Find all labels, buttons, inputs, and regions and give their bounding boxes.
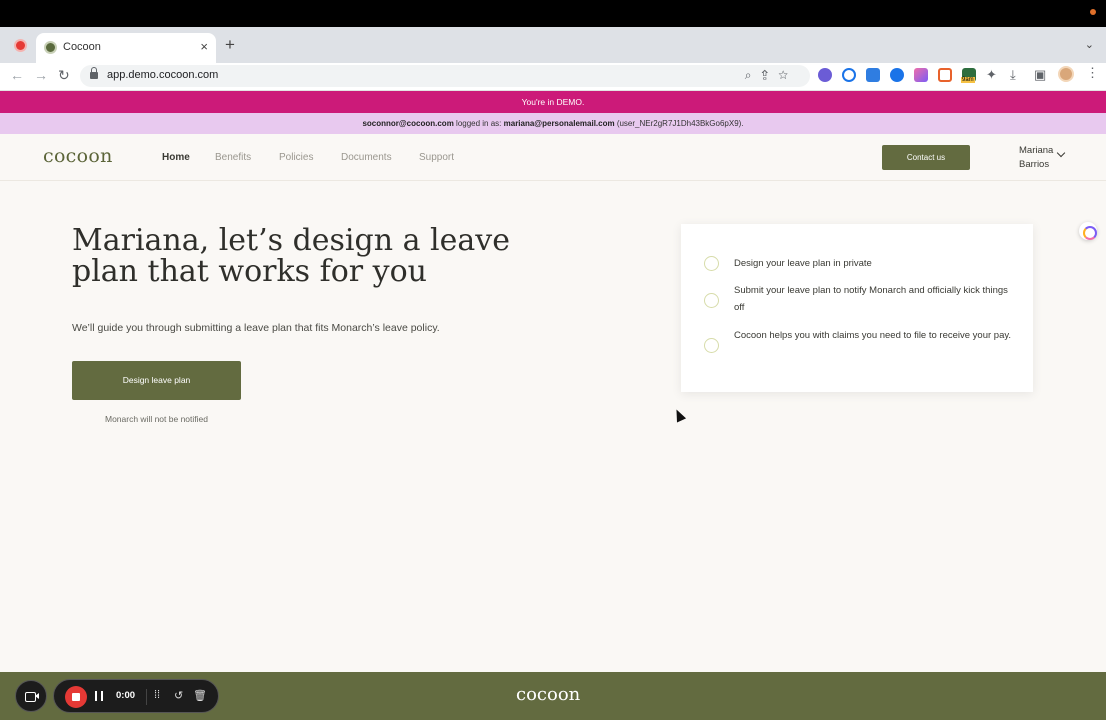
extension-3-icon[interactable] xyxy=(866,68,880,82)
user-email: mariana@personalemail.com xyxy=(503,119,615,128)
side-panel-icon[interactable]: ▣ xyxy=(1034,67,1046,83)
nav-documents[interactable]: Documents xyxy=(341,152,392,163)
calendar-extension-icon[interactable]: 9am xyxy=(961,68,976,83)
page-title: Mariana, let’s design a leave plan that … xyxy=(72,223,510,289)
extension-2-icon[interactable] xyxy=(842,68,856,82)
footer-logo: cocoon xyxy=(516,684,581,705)
camera-toggle-icon[interactable] xyxy=(15,680,47,712)
extension-badge: 9am xyxy=(961,77,975,83)
privacy-hint: Monarch will not be notified xyxy=(104,414,208,424)
assistant-widget-icon[interactable] xyxy=(1079,222,1097,240)
user-first-name: Mariana xyxy=(1019,145,1054,156)
step-circle-icon xyxy=(704,338,719,353)
nav-benefits[interactable]: Benefits xyxy=(215,152,251,163)
recording-indicator-icon xyxy=(16,41,25,50)
stop-recording-button[interactable] xyxy=(65,686,87,708)
extensions-puzzle-icon[interactable]: ✦ xyxy=(986,67,997,83)
recorder-controls: 0:00 ⁞⁞ ↺ 🗑 xyxy=(53,679,219,713)
new-tab-icon[interactable]: + xyxy=(225,36,235,53)
extension-4-icon[interactable] xyxy=(890,68,904,82)
tab-close-icon[interactable]: × xyxy=(200,39,208,54)
app-page: cocoon Home Benefits Policies Documents … xyxy=(0,134,1106,672)
page-subtitle: We’ll guide you through submitting a lea… xyxy=(72,322,440,334)
step-circle-icon xyxy=(704,293,719,308)
browser-toolbar: ← → ↻ app.demo.cocoon.com ⌕⇪☆ 9am ✦ ⤓ ▣ … xyxy=(0,63,1106,91)
demo-banner: You're in DEMO. xyxy=(0,91,1106,113)
trash-icon[interactable]: 🗑 xyxy=(193,689,207,702)
design-leave-plan-button[interactable]: Design leave plan xyxy=(72,361,241,400)
omnibox-actions-icon[interactable]: ⌕⇪☆ xyxy=(745,68,798,83)
tab-title: Cocoon xyxy=(63,41,101,53)
footer-bar: 0:00 ⁞⁞ ↺ 🗑 cocoon xyxy=(0,672,1106,720)
tab-search-icon[interactable]: ⌄ xyxy=(1085,38,1094,51)
impersonation-banner: soconnor@cocoon.com logged in as: marian… xyxy=(0,113,1106,134)
os-top-bar xyxy=(0,0,1106,27)
profile-avatar[interactable] xyxy=(1058,66,1074,82)
login-connector: logged in as: xyxy=(453,119,504,128)
divider xyxy=(146,689,147,705)
step-circle-icon xyxy=(704,256,719,271)
step-text: Cocoon helps you with claims you need to… xyxy=(734,330,1012,341)
extension-1-icon[interactable] xyxy=(818,68,832,82)
drawing-tools-icon[interactable]: ⁞⁞ xyxy=(154,689,160,701)
user-last-name: Barrios xyxy=(1019,159,1050,170)
nav-support[interactable]: Support xyxy=(419,152,454,163)
forward-icon[interactable]: → xyxy=(34,67,48,83)
step-text: Submit your leave plan to notify Monarch… xyxy=(734,285,1008,313)
pause-icon[interactable] xyxy=(95,691,103,701)
recording-timer: 0:00 xyxy=(116,690,136,701)
chevron-down-icon[interactable] xyxy=(1056,148,1066,158)
user-id: (user_NEr2gR7J1Dh43BkGo6pX9). xyxy=(614,119,744,128)
download-icon[interactable]: ⤓ xyxy=(1010,67,1016,83)
address-bar[interactable]: app.demo.cocoon.com ⌕⇪☆ xyxy=(80,65,810,87)
cocoon-logo[interactable]: cocoon xyxy=(43,145,113,167)
reload-icon[interactable]: ↻ xyxy=(58,67,70,84)
app-header: cocoon Home Benefits Policies Documents … xyxy=(0,134,1106,181)
steps-card: Design your leave plan in private Submit… xyxy=(681,224,1033,392)
cocoon-favicon-icon xyxy=(44,41,57,54)
browser-menu-icon[interactable]: ⋮ xyxy=(1086,65,1099,81)
browser-tab[interactable]: Cocoon × xyxy=(36,33,216,63)
browser-tab-strip: Cocoon × + ⌄ xyxy=(0,27,1106,63)
url-text[interactable]: app.demo.cocoon.com xyxy=(107,69,218,81)
status-dot-icon xyxy=(1090,9,1096,15)
contact-us-button[interactable]: Contact us xyxy=(882,145,970,170)
extension-5-icon[interactable] xyxy=(914,68,928,82)
nav-home[interactable]: Home xyxy=(162,152,190,163)
back-icon[interactable]: ← xyxy=(10,67,24,83)
admin-email: soconnor@cocoon.com xyxy=(362,119,454,128)
mouse-cursor-icon xyxy=(671,407,687,423)
lock-icon xyxy=(90,67,98,79)
user-menu[interactable]: Mariana Barrios xyxy=(1019,144,1053,172)
nav-policies[interactable]: Policies xyxy=(279,152,313,163)
step-text: Design your leave plan in private xyxy=(734,258,872,269)
extension-6-icon[interactable] xyxy=(938,68,952,82)
restart-icon[interactable]: ↺ xyxy=(174,689,183,702)
